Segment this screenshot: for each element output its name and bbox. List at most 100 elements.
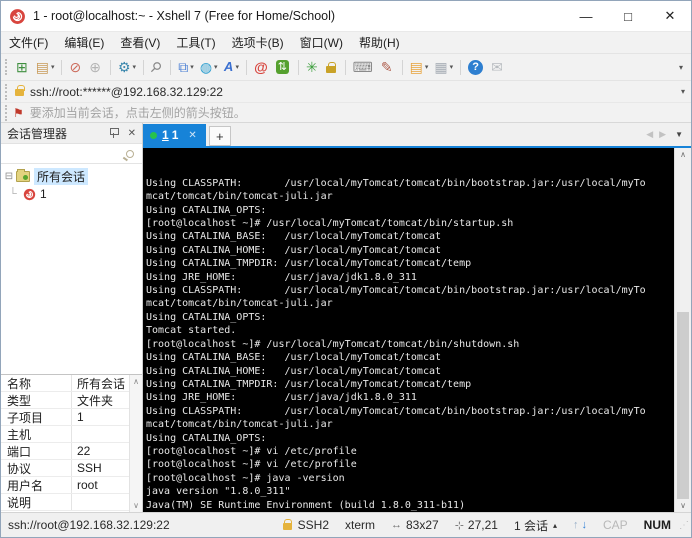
terminal-output[interactable]: Using CLASSPATH: /usr/local/myTomcat/tom… [143, 148, 674, 512]
menu-tab[interactable]: 选项卡(B) [224, 32, 292, 53]
address-bar-grip[interactable] [5, 83, 10, 100]
tab-list-menu-icon[interactable]: ▼ [669, 130, 691, 139]
pin-icon[interactable] [109, 128, 119, 138]
highlight-pen-button[interactable]: ✎ [378, 58, 398, 76]
session-manager-header: 会话管理器 ✕ [1, 123, 142, 144]
scroll-down-icon[interactable]: ∨ [133, 501, 139, 510]
tab-bar: 1 1 ✕ + ◀ ▶ ▼ [143, 123, 691, 146]
find-button[interactable]: ⚲ [147, 58, 166, 77]
terminal-column: 1 1 ✕ + ◀ ▶ ▼ Using CLASSPATH: /usr/loca… [143, 123, 691, 512]
expander-icon[interactable]: ⊟ [3, 171, 15, 182]
scroll-up-icon[interactable]: ∧ [680, 150, 686, 159]
open-session-button[interactable]: ▤ ▾ [33, 58, 58, 76]
address-bar: ssh://root:******@192.168.32.129:22 ▾ [1, 80, 691, 102]
tree-item-all-sessions[interactable]: ⊟ 所有会话 [1, 167, 142, 185]
maximize-button[interactable]: □ [607, 1, 649, 31]
xshell-launcher-button[interactable]: @ [251, 58, 273, 76]
status-term-type[interactable]: xterm [345, 518, 375, 532]
address-input[interactable]: ssh://root:******@192.168.32.129:22 [30, 85, 675, 99]
tree-item-label: 1 [40, 187, 47, 201]
close-button[interactable]: ✕ [649, 1, 691, 31]
window-title: 1 - root@localhost:~ - Xshell 7 (Free fo… [33, 9, 336, 23]
session-manager-panel: 会话管理器 ✕ ⊟ 所有会话 └ 1 名称 所有会话 类型 文件夹 子项目 1 … [1, 123, 143, 512]
menu-tools[interactable]: 工具(T) [168, 32, 223, 53]
property-label: 子项目 [7, 410, 44, 425]
xshell-app-icon [10, 8, 25, 24]
property-row: 端口 22 [1, 443, 129, 460]
lock-screen-button[interactable] [323, 61, 341, 74]
property-label: 用户名 [7, 478, 44, 493]
terminal-scrollbar[interactable]: ∧ ∨ [674, 148, 691, 512]
session-properties-button[interactable]: ⚙ ▾ [115, 58, 139, 76]
status-encryption: SSH2 [281, 518, 329, 532]
terminal-line: [root@localhost ~]# java -version [146, 472, 345, 484]
properties-scrollbar[interactable]: ∧ ∨ [129, 375, 142, 512]
resize-grip-icon[interactable]: ⋰ [679, 520, 689, 531]
address-dropdown-button[interactable]: ▾ [675, 87, 691, 96]
upload-arrow-icon: ↑ [572, 519, 579, 531]
terminal-line: Using CATALINA_TMPDIR: /usr/local/myTomc… [146, 258, 472, 270]
info-bar: ⚑ 要添加当前会话，点击左侧的箭头按钮。 [1, 102, 691, 122]
terminal-line: [root@localhost ~]# /usr/local/myTomcat/… [146, 338, 520, 350]
status-num-lock: NUM [643, 518, 671, 532]
menu-bar: 文件(F) 编辑(E) 查看(V) 工具(T) 选项卡(B) 窗口(W) 帮助(… [1, 31, 691, 53]
tab-session-1[interactable]: 1 1 ✕ [143, 124, 206, 146]
terminal-line: Using CATALINA_OPTS: [146, 432, 267, 444]
help-button[interactable]: ? [465, 59, 488, 76]
feedback-button[interactable]: ✉ [488, 58, 508, 76]
status-session-count[interactable]: 1 会话 ▴ [514, 517, 557, 534]
session-count-up-icon[interactable]: ▴ [553, 521, 557, 530]
toolbar-overflow-button[interactable]: ▾ [675, 63, 687, 72]
tree-item-label: 所有会话 [34, 167, 89, 185]
property-row: 用户名 root [1, 477, 129, 494]
session-search-input[interactable] [1, 144, 142, 164]
minimize-button[interactable]: — [565, 1, 607, 31]
property-row: 协议 SSH [1, 460, 129, 477]
main-area: 会话管理器 ✕ ⊟ 所有会话 └ 1 名称 所有会话 类型 文件夹 子项目 1 … [1, 122, 691, 512]
tree-item-session-1[interactable]: └ 1 [1, 185, 142, 203]
property-value [71, 494, 129, 510]
scrollbar-thumb[interactable] [677, 311, 689, 499]
font-button[interactable]: A ▾ [221, 58, 243, 76]
property-value: 所有会话 [71, 375, 129, 391]
menu-view[interactable]: 查看(V) [112, 32, 168, 53]
folder-icon [16, 168, 30, 182]
panel-close-icon[interactable]: ✕ [126, 128, 138, 139]
menu-help[interactable]: 帮助(H) [351, 32, 408, 53]
search-icon [126, 149, 134, 158]
virtual-keyboard-button[interactable]: ⌨ [350, 58, 378, 76]
scroll-down-icon[interactable]: ∨ [680, 501, 686, 510]
terminal-line: java version "1.8.0_311" [146, 486, 291, 498]
layout-button[interactable]: ▦ ▾ [431, 58, 456, 76]
tab-close-icon[interactable]: ✕ [188, 130, 196, 141]
terminal-line: Tomcat started. [146, 325, 237, 337]
toolbar-grip[interactable] [5, 59, 10, 75]
compose-button[interactable]: ⧉ ▾ [175, 58, 197, 76]
open-url-button[interactable]: ◍ ▾ [197, 58, 221, 76]
terminal-line: Using CLASSPATH: /usr/local/myTomcat/tom… [146, 405, 646, 417]
menu-window[interactable]: 窗口(W) [292, 32, 351, 53]
info-bar-grip[interactable] [5, 104, 10, 121]
property-label: 说明 [7, 495, 32, 510]
property-row: 说明 [1, 494, 129, 511]
reconnect-button[interactable]: ⊕ [86, 58, 106, 76]
new-tab-button[interactable]: + [208, 126, 231, 146]
terminal-line: Using CATALINA_BASE: /usr/local/myTomcat… [146, 352, 442, 364]
fullscreen-button[interactable]: ✳ [303, 58, 323, 76]
resize-icon: ↔ [391, 519, 402, 531]
property-label: 主机 [7, 427, 32, 442]
scroll-up-icon[interactable]: ∧ [133, 377, 139, 386]
property-value: SSH [71, 460, 129, 476]
property-row: 子项目 1 [1, 409, 129, 426]
disconnect-button[interactable]: ⊘ [66, 58, 86, 76]
property-value [71, 426, 129, 442]
menu-file[interactable]: 文件(F) [1, 32, 56, 53]
terminal-line: Using CATALINA_OPTS: [146, 204, 267, 216]
xftp-launcher-button[interactable]: ⇅ [273, 59, 294, 75]
new-terminal-button[interactable]: ⊞ [13, 58, 33, 76]
menu-edit[interactable]: 编辑(E) [56, 32, 112, 53]
session-tree: ⊟ 所有会话 └ 1 [1, 164, 142, 374]
tab-scroll-left-icon[interactable]: ◀ [643, 129, 656, 140]
tab-scroll-right-icon[interactable]: ▶ [656, 129, 669, 140]
new-folder-button[interactable]: ▤ ▾ [407, 58, 432, 76]
